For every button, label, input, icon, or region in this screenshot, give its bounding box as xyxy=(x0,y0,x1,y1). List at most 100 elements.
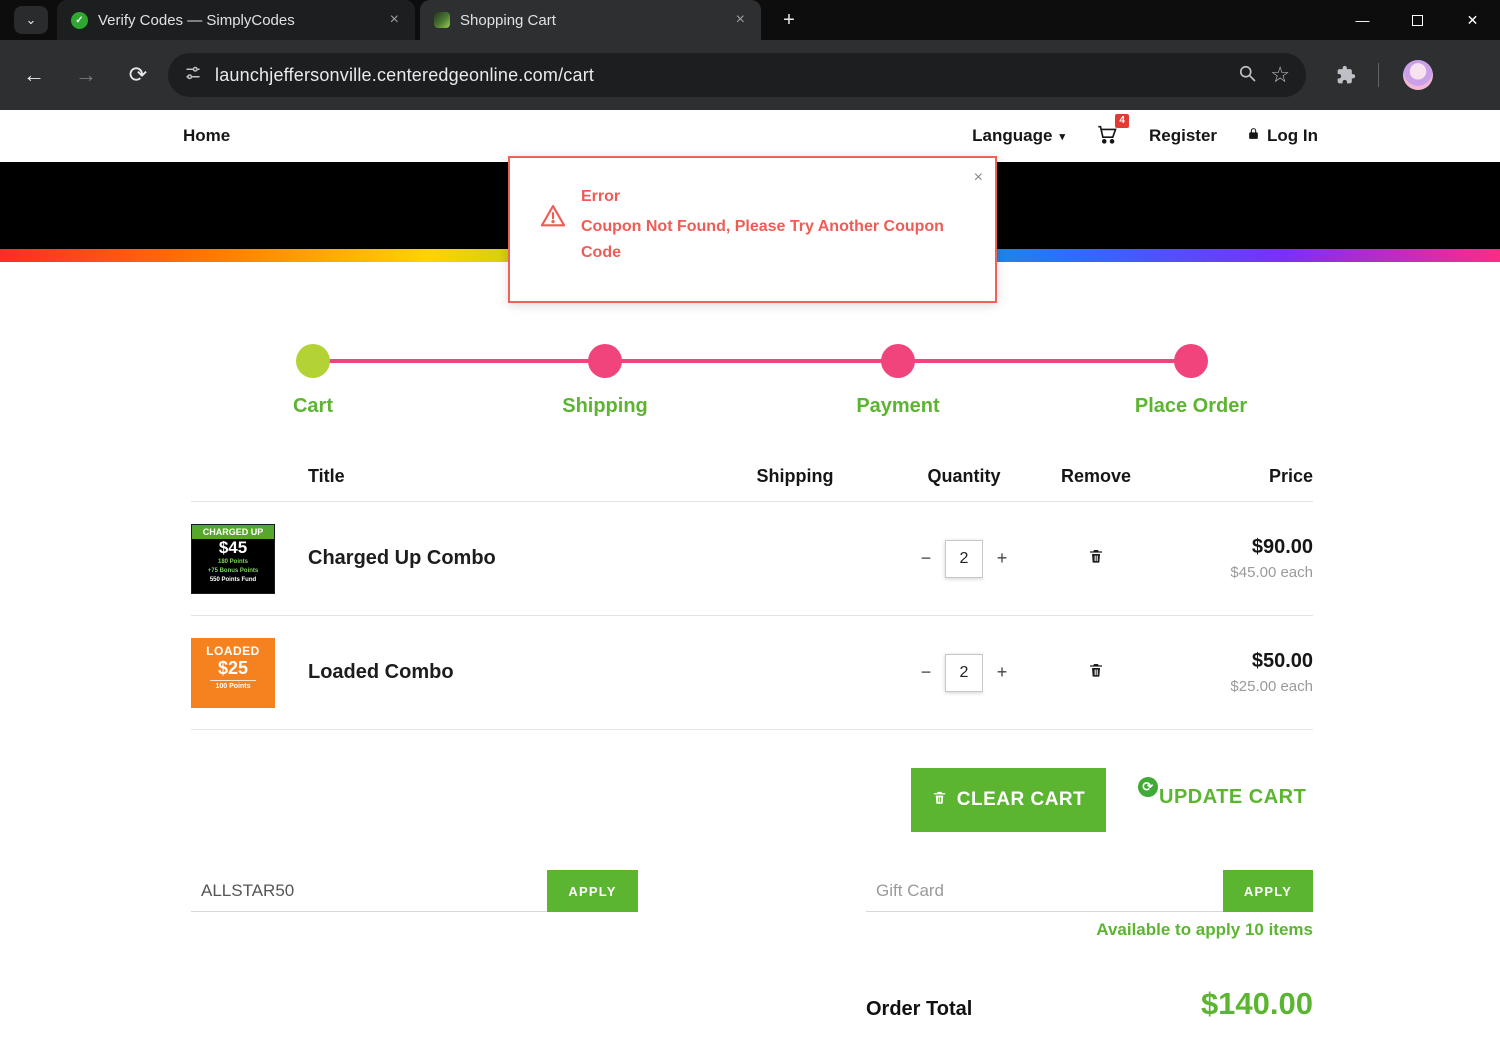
bookmark-star-icon[interactable]: ☆ xyxy=(1270,64,1290,86)
quantity-decrease-button[interactable]: − xyxy=(907,653,945,692)
quantity-value[interactable]: 2 xyxy=(945,653,983,692)
profile-avatar[interactable] xyxy=(1403,60,1433,90)
thumb-band-text: CHARGED UP xyxy=(192,524,274,539)
toolbar-divider xyxy=(1378,63,1379,87)
minimize-icon: — xyxy=(1355,12,1370,28)
clear-cart-label: CLEAR CART xyxy=(956,789,1086,810)
cart-table-header: Title Shipping Quantity Remove Price xyxy=(191,455,1313,502)
item-title: Loaded Combo xyxy=(308,661,454,683)
browser-toolbar: ← → ⟳ launchjeffersonville.centeredgeonl… xyxy=(0,40,1500,110)
close-icon: ✕ xyxy=(1466,11,1479,28)
new-tab-button[interactable]: + xyxy=(775,6,803,34)
header-shipping: Shipping xyxy=(756,466,834,486)
update-cart-button[interactable]: ⟳ UPDATE CART xyxy=(1138,777,1307,809)
nav-home-link[interactable]: Home xyxy=(183,126,230,146)
gift-card-apply-button[interactable]: APPLY xyxy=(1223,870,1313,912)
quantity-decrease-button[interactable]: − xyxy=(907,539,945,578)
step-dot-place-order xyxy=(1174,344,1208,378)
forward-button[interactable]: → xyxy=(64,53,108,97)
step-dot-cart xyxy=(296,344,330,378)
quantity-increase-button[interactable]: + xyxy=(983,653,1021,692)
step-label-shipping: Shipping xyxy=(562,395,648,417)
thumb-band-text: LOADED xyxy=(206,643,260,658)
thumb-amount: $25 xyxy=(209,658,257,682)
close-icon[interactable]: × xyxy=(388,11,401,29)
window-close-button[interactable]: ✕ xyxy=(1445,0,1500,40)
thumb-line: 550 Points Fund xyxy=(209,576,257,583)
tab-verify-codes[interactable]: ✓ Verify Codes — SimplyCodes × xyxy=(57,0,415,40)
nav-cart-button[interactable]: 4 xyxy=(1095,113,1129,150)
thumb-line: +75 Bonus Points xyxy=(207,567,259,574)
url-text[interactable]: launchjeffersonville.centeredgeonline.co… xyxy=(215,65,594,86)
error-title: Error xyxy=(581,188,621,205)
remove-item-button[interactable] xyxy=(1088,547,1104,568)
error-message: Coupon Not Found, Please Try Another Cou… xyxy=(581,218,944,261)
quantity-stepper: − 2 + xyxy=(907,653,1021,692)
checkout-progress-stepper: Cart Shipping Payment Place Order xyxy=(191,344,1313,424)
shopping-cart-favicon xyxy=(434,12,450,28)
reload-button[interactable]: ⟳ xyxy=(116,53,160,97)
item-title: Charged Up Combo xyxy=(308,547,496,569)
coupon-apply-button[interactable]: APPLY xyxy=(547,870,638,912)
item-unit-price: $25.00 each xyxy=(1230,678,1313,695)
availability-text: Available to apply xyxy=(1096,920,1241,939)
item-unit-price: $45.00 each xyxy=(1230,564,1313,581)
remove-item-button[interactable] xyxy=(1088,661,1104,682)
clear-cart-button[interactable]: CLEAR CART xyxy=(911,768,1106,832)
step-label-place-order: Place Order xyxy=(1134,395,1248,417)
site-settings-icon[interactable] xyxy=(184,64,202,87)
thumb-amount: $45 xyxy=(218,537,248,557)
thumb-line: 100 Points xyxy=(215,683,251,691)
nav-register-link[interactable]: Register xyxy=(1149,126,1217,146)
step-label-payment: Payment xyxy=(856,395,940,417)
thumb-line: 180 Points xyxy=(217,558,248,565)
trash-icon xyxy=(1088,664,1104,682)
back-arrow-icon: ← xyxy=(23,62,45,87)
quantity-stepper: − 2 + xyxy=(907,539,1021,578)
simplycodes-favicon: ✓ xyxy=(71,11,88,29)
cart-count-badge: 4 xyxy=(1115,113,1129,128)
gift-card-availability: Available to apply 10 items xyxy=(1096,920,1313,940)
error-dialog: × Error Coupon Not Found, Please Try Ano… xyxy=(508,156,997,303)
product-thumbnail: LOADED $25 100 Points xyxy=(191,637,275,708)
step-label-cart: Cart xyxy=(292,395,334,417)
header-title: Title xyxy=(308,466,345,486)
close-icon[interactable]: × xyxy=(974,170,983,186)
gift-card-input[interactable] xyxy=(866,870,1223,912)
window-controls: — ✕ xyxy=(1335,0,1500,40)
header-quantity: Quantity xyxy=(927,466,1001,486)
stepper-line xyxy=(313,359,1191,363)
header-remove: Remove xyxy=(1060,466,1132,486)
window-minimize-button[interactable]: — xyxy=(1335,0,1390,40)
update-cart-label: UPDATE CART xyxy=(1159,786,1307,808)
warning-triangle-icon xyxy=(538,202,568,266)
reload-icon: ⟳ xyxy=(128,62,148,87)
plus-icon: + xyxy=(783,8,795,31)
tab-search-button[interactable]: ⌄ xyxy=(14,6,48,34)
chevron-down-icon: ▾ xyxy=(1059,130,1065,143)
back-button[interactable]: ← xyxy=(12,53,56,97)
language-label: Language xyxy=(972,126,1053,145)
trash-icon xyxy=(932,789,947,812)
error-dialog-body: Error Coupon Not Found, Please Try Anoth… xyxy=(538,188,965,266)
maximize-icon xyxy=(1412,14,1423,26)
availability-count: 10 items xyxy=(1244,920,1313,939)
window-maximize-button[interactable] xyxy=(1390,0,1445,40)
coupon-input[interactable] xyxy=(191,870,547,912)
nav-login-link[interactable]: Log In xyxy=(1247,126,1318,146)
product-thumbnail: CHARGED UP $45 180 Points +75 Bonus Poin… xyxy=(191,523,275,594)
table-row: CHARGED UP $45 180 Points +75 Bonus Poin… xyxy=(191,502,1313,616)
item-price: $50.00 xyxy=(1251,650,1313,672)
address-bar[interactable]: launchjeffersonville.centeredgeonline.co… xyxy=(168,53,1306,97)
table-row: LOADED $25 100 Points Loaded Combo − 2 + xyxy=(191,616,1313,730)
step-dot-payment xyxy=(881,344,915,378)
close-icon[interactable]: × xyxy=(734,11,747,29)
tab-title: Shopping Cart xyxy=(460,11,556,29)
tab-shopping-cart[interactable]: Shopping Cart × xyxy=(420,0,761,40)
extensions-puzzle-icon[interactable] xyxy=(1336,65,1356,85)
quantity-value[interactable]: 2 xyxy=(945,539,983,578)
tab-title: Verify Codes — SimplyCodes xyxy=(98,11,295,29)
search-icon[interactable] xyxy=(1237,63,1257,88)
language-selector[interactable]: Language ▾ xyxy=(972,126,1065,146)
quantity-increase-button[interactable]: + xyxy=(983,539,1021,578)
